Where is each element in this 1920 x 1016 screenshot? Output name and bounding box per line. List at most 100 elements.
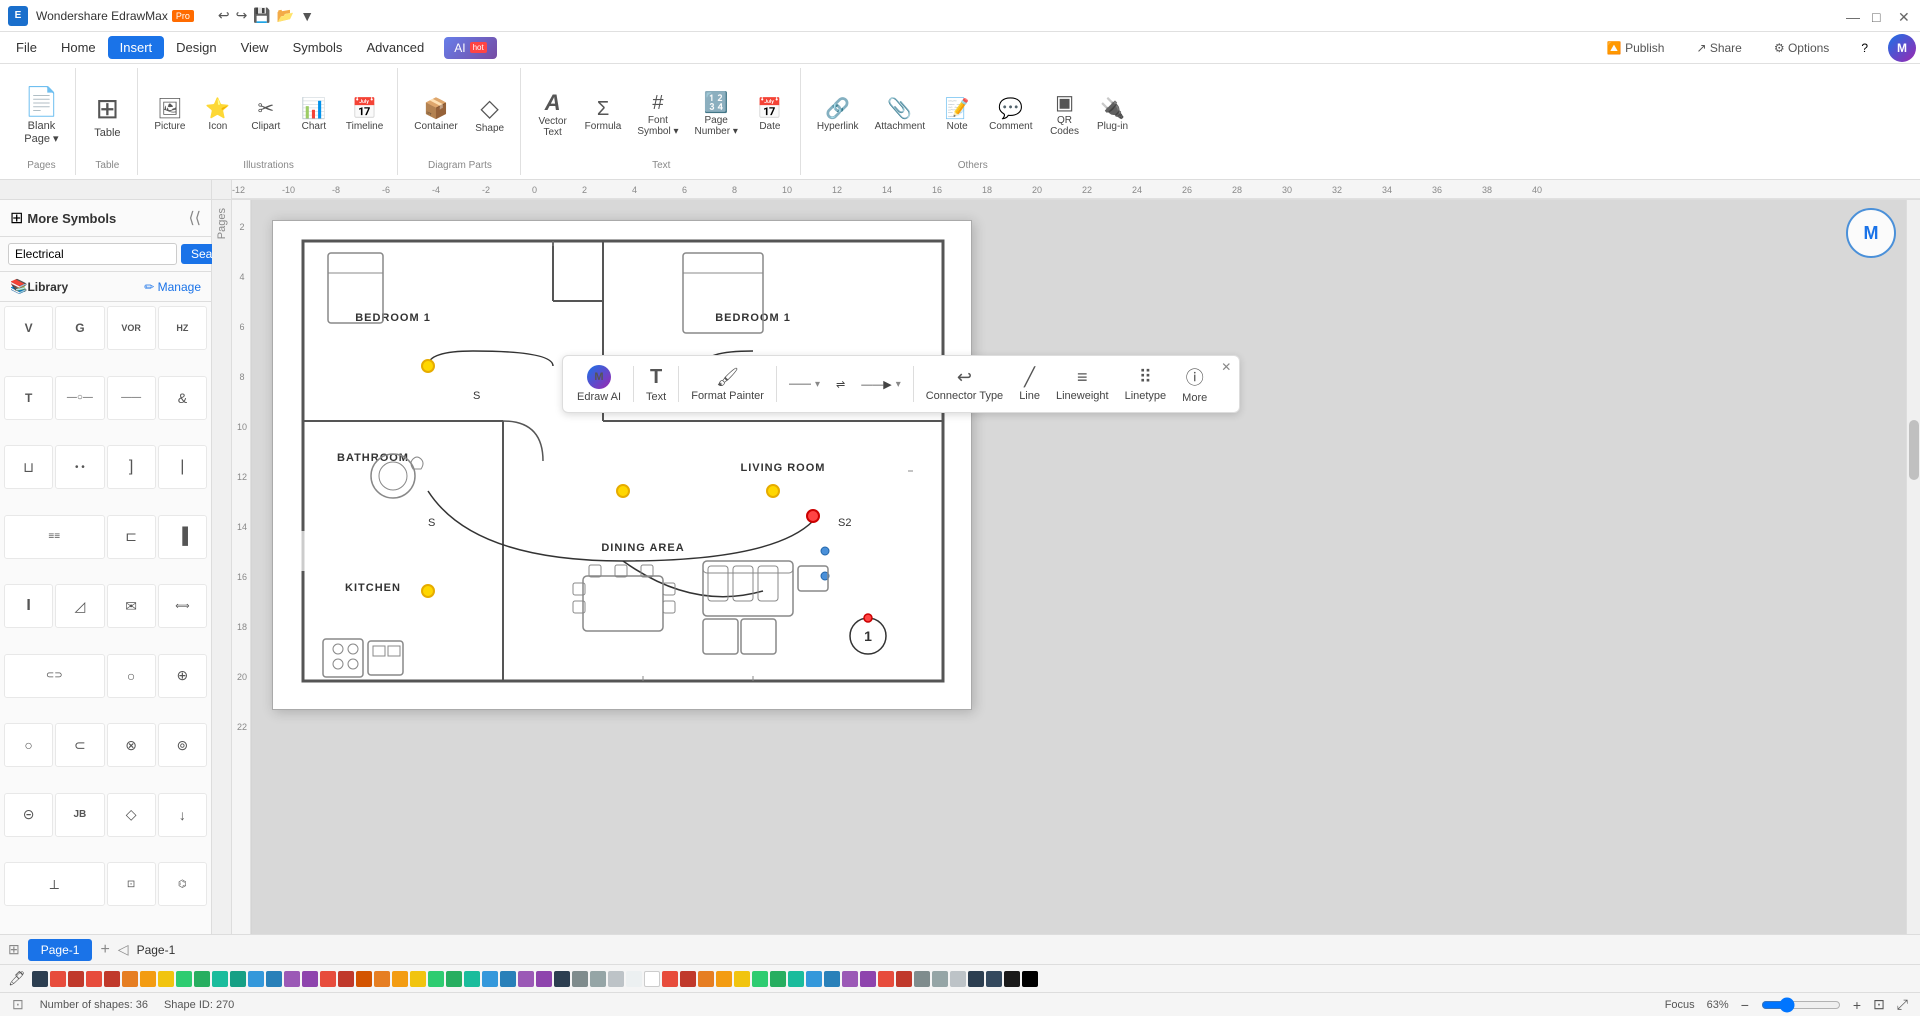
symbol-ground[interactable]: ⊏ bbox=[107, 515, 156, 559]
canvas-area[interactable]: 2 4 6 8 10 12 14 16 18 20 22 bbox=[232, 200, 1920, 934]
timeline-btn[interactable]: 📅 Timeline bbox=[340, 95, 389, 136]
symbol-g[interactable]: G bbox=[55, 306, 104, 350]
color-purple1[interactable] bbox=[284, 971, 300, 987]
format-painter-ft-btn[interactable]: 🖌 Format Painter bbox=[685, 363, 770, 406]
symbol-extra1[interactable]: ⊡ bbox=[107, 862, 156, 906]
more-btn[interactable]: ▼ bbox=[300, 8, 314, 24]
color-o5[interactable] bbox=[392, 971, 408, 987]
color-blue2[interactable] bbox=[266, 971, 282, 987]
color-ext1[interactable] bbox=[662, 971, 678, 987]
zoom-in-btn[interactable]: + bbox=[1853, 997, 1861, 1013]
color-ext15[interactable] bbox=[914, 971, 930, 987]
symbol-amp[interactable]: & bbox=[158, 376, 207, 420]
page-nav-left[interactable]: ◁ bbox=[118, 941, 129, 958]
color-g3[interactable] bbox=[428, 971, 444, 987]
line-ft-btn[interactable]: ╱ Line bbox=[1013, 363, 1046, 406]
symbol-envelope[interactable]: ✉ bbox=[107, 584, 156, 628]
symbol-v[interactable]: V bbox=[4, 306, 53, 350]
symbol-jb[interactable]: JB bbox=[55, 793, 104, 837]
symbol-ring[interactable]: ○ bbox=[4, 723, 53, 767]
symbol-relay[interactable]: ⟺ bbox=[158, 584, 207, 628]
menu-home[interactable]: Home bbox=[49, 36, 108, 59]
symbol-parallel[interactable]: ≡≡ bbox=[4, 515, 105, 559]
picture-btn[interactable]: 🖼 Picture bbox=[148, 95, 192, 136]
date-btn[interactable]: 📅 Date bbox=[748, 95, 792, 136]
menu-file[interactable]: File bbox=[4, 36, 49, 59]
symbol-partial[interactable]: ⊂ bbox=[55, 723, 104, 767]
page-tab-1[interactable]: Page-1 bbox=[28, 939, 93, 961]
toolbar-close-btn[interactable]: ✕ bbox=[1221, 360, 1231, 374]
color-ext9[interactable] bbox=[806, 971, 822, 987]
symbol-t[interactable]: T bbox=[4, 376, 53, 420]
collapse-btn[interactable]: ⟨⟨ bbox=[189, 208, 201, 228]
color-ext20[interactable] bbox=[1004, 971, 1020, 987]
color-teal2[interactable] bbox=[230, 971, 246, 987]
share-btn[interactable]: ↗ Share bbox=[1684, 37, 1753, 59]
color-lightgray[interactable] bbox=[626, 971, 642, 987]
menu-advanced[interactable]: Advanced bbox=[354, 36, 436, 59]
symbol-extra2[interactable]: ⌬ bbox=[158, 862, 207, 906]
color-white[interactable] bbox=[644, 971, 660, 987]
color-ext7[interactable] bbox=[770, 971, 786, 987]
color-g4[interactable] bbox=[446, 971, 462, 987]
manage-btn[interactable]: ✏ Manage bbox=[144, 280, 201, 294]
color-ext2[interactable] bbox=[680, 971, 696, 987]
symbol-crosshair[interactable]: ⊕ bbox=[158, 654, 207, 698]
help-btn[interactable]: ? bbox=[1849, 37, 1880, 59]
color-gray1[interactable] bbox=[572, 971, 588, 987]
color-t3[interactable] bbox=[464, 971, 480, 987]
color-ext5[interactable] bbox=[734, 971, 750, 987]
shape-btn[interactable]: ◇ Shape bbox=[468, 93, 512, 138]
color-r4[interactable] bbox=[320, 971, 336, 987]
linetype-ft-btn[interactable]: ⠿ Linetype bbox=[1119, 363, 1173, 406]
end-arrow-dropdown[interactable]: ▾ bbox=[896, 379, 901, 390]
minimize-btn[interactable]: — bbox=[1846, 9, 1860, 23]
fit-page-btn[interactable]: ⊡ bbox=[1873, 996, 1885, 1013]
redo-btn[interactable]: ↪ bbox=[236, 7, 248, 24]
hyperlink-btn[interactable]: 🔗 Hyperlink bbox=[811, 95, 865, 136]
symbol-bracket1[interactable]: ⊔ bbox=[4, 445, 53, 489]
symbol-line[interactable]: —— bbox=[107, 376, 156, 420]
scrollbar-area[interactable] bbox=[1906, 200, 1920, 934]
color-ext8[interactable] bbox=[788, 971, 804, 987]
save-btn[interactable]: 💾 bbox=[253, 7, 270, 24]
comment-btn[interactable]: 💬 Comment bbox=[983, 95, 1038, 136]
publish-btn[interactable]: 🔼 Publish bbox=[1595, 37, 1677, 59]
color-ext12[interactable] bbox=[860, 971, 876, 987]
connector-type-ft-btn[interactable]: ↩ Connector Type bbox=[920, 363, 1009, 406]
symbol-perp[interactable]: ⟂ bbox=[4, 862, 105, 906]
symbol-resistor[interactable]: —○— bbox=[55, 376, 104, 420]
color-green2[interactable] bbox=[194, 971, 210, 987]
color-blue1[interactable] bbox=[248, 971, 264, 987]
icon-btn[interactable]: ⭐ Icon bbox=[196, 95, 240, 136]
color-orange2[interactable] bbox=[140, 971, 156, 987]
color-picker-icon[interactable]: 🖊 bbox=[8, 970, 26, 987]
color-ext16[interactable] bbox=[932, 971, 948, 987]
symbol-circle[interactable]: ○ bbox=[107, 654, 156, 698]
lineweight-ft-btn[interactable]: ≡ Lineweight bbox=[1050, 363, 1115, 406]
symbol-bar[interactable]: ▐ bbox=[158, 515, 207, 559]
fullscreen-btn[interactable]: ⤢ bbox=[1897, 996, 1908, 1013]
open-btn[interactable]: 📂 bbox=[277, 7, 294, 24]
options-btn[interactable]: ⚙ Options bbox=[1762, 37, 1841, 59]
scroll-thumb[interactable] bbox=[1909, 420, 1919, 480]
symbol-current[interactable]: I bbox=[4, 584, 53, 628]
symbol-triangle[interactable]: ◿ bbox=[55, 584, 104, 628]
color-ext10[interactable] bbox=[824, 971, 840, 987]
menu-symbols[interactable]: Symbols bbox=[281, 36, 355, 59]
color-ext14[interactable] bbox=[896, 971, 912, 987]
color-teal1[interactable] bbox=[212, 971, 228, 987]
color-yellow[interactable] bbox=[158, 971, 174, 987]
menu-design[interactable]: Design bbox=[164, 36, 228, 59]
color-b3[interactable] bbox=[482, 971, 498, 987]
color-ext4[interactable] bbox=[716, 971, 732, 987]
font-symbol-btn[interactable]: # FontSymbol ▾ bbox=[631, 89, 684, 141]
menu-insert[interactable]: Insert bbox=[108, 36, 165, 59]
color-ext18[interactable] bbox=[968, 971, 984, 987]
color-green1[interactable] bbox=[176, 971, 192, 987]
ai-button[interactable]: AI hot bbox=[444, 37, 496, 59]
begin-arrow-dropdown[interactable]: ▾ bbox=[815, 379, 820, 390]
color-red3[interactable] bbox=[86, 971, 102, 987]
symbol-donut[interactable]: ⊚ bbox=[158, 723, 207, 767]
note-btn[interactable]: 📝 Note bbox=[935, 95, 979, 136]
